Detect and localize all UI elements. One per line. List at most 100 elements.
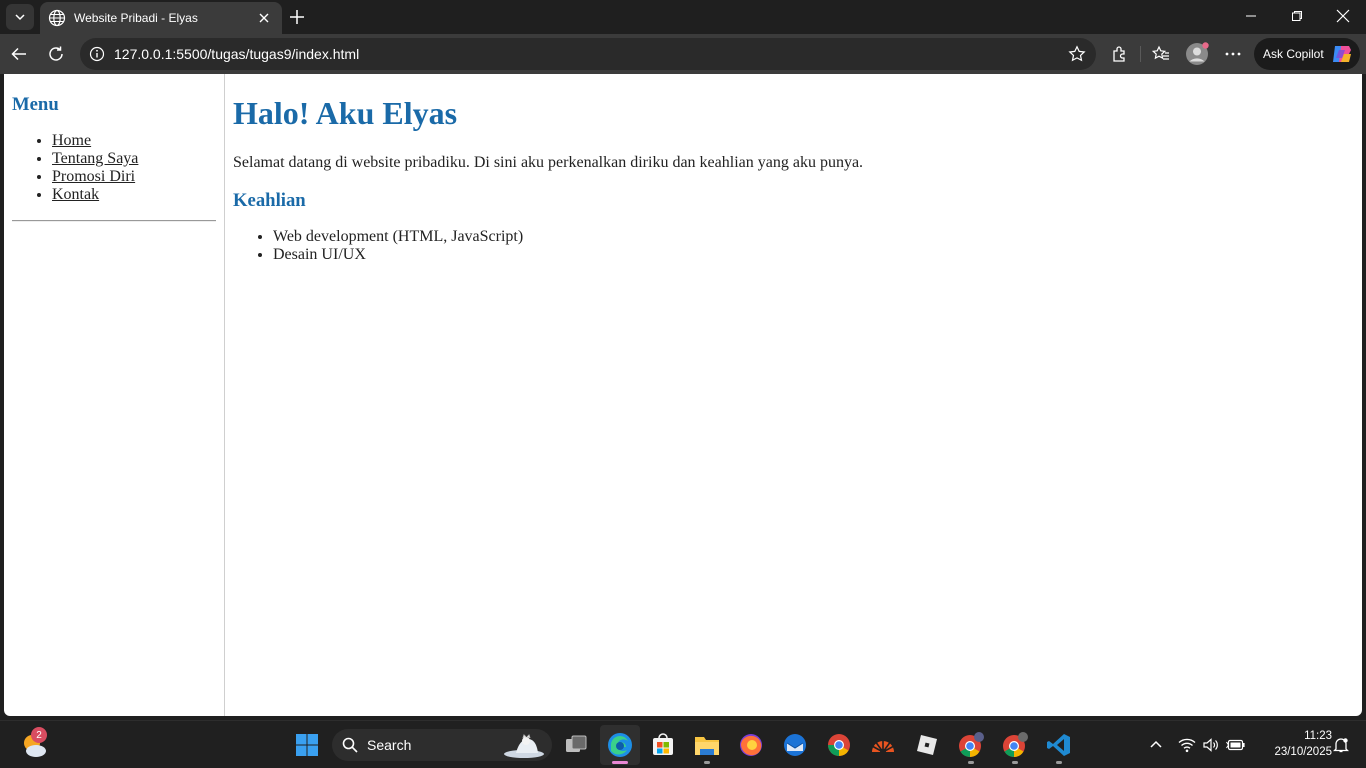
nav-link-tentang-saya[interactable]: Tentang Saya	[52, 150, 138, 167]
nav-link-promosi-diri[interactable]: Promosi Diri	[52, 168, 135, 185]
extensions-button[interactable]	[1105, 39, 1135, 69]
taskbar-app-file-explorer[interactable]	[687, 725, 727, 765]
favorites-icon	[1152, 45, 1169, 60]
chevron-up-icon	[1150, 740, 1162, 748]
browser-title-bar: Website Pribadi - Elyas	[0, 0, 1366, 34]
sidebar-menu: Home Tentang Saya Promosi Diri Kontak	[12, 132, 216, 204]
skill-item: Web development (HTML, JavaScript)	[273, 228, 1362, 246]
sidebar: Menu Home Tentang Saya Promosi Diri Kont…	[4, 74, 225, 716]
firefox-icon	[740, 734, 762, 756]
taskbar-app-store[interactable]	[643, 725, 683, 765]
tab-close-button[interactable]	[252, 6, 276, 30]
main-content: Halo! Aku Elyas Selamat datang di websit…	[233, 74, 1362, 264]
back-button[interactable]	[4, 39, 34, 69]
add-favorite-button[interactable]	[1062, 39, 1092, 69]
clock[interactable]: 11:23 23/10/2025	[1252, 728, 1332, 760]
nav-link-home[interactable]: Home	[52, 132, 91, 149]
sidebar-divider	[12, 220, 216, 222]
minimize-icon	[1246, 15, 1256, 17]
sidebar-item-tentang-saya: Tentang Saya	[52, 150, 216, 168]
task-view-button[interactable]	[556, 725, 596, 765]
taskbar-app-firefox[interactable]	[731, 725, 771, 765]
taskbar-app-chrome[interactable]	[819, 725, 859, 765]
restore-icon	[1292, 11, 1302, 21]
refresh-icon	[49, 46, 63, 61]
taskbar-app-ubuntu[interactable]	[863, 725, 903, 765]
search-icon	[342, 737, 358, 753]
volume-icon	[1203, 738, 1218, 752]
volume-status[interactable]	[1201, 733, 1221, 757]
address-bar[interactable]: 127.0.0.1:5500/tugas/tugas9/index.html	[80, 38, 1096, 70]
close-icon	[259, 13, 269, 23]
minimize-button[interactable]	[1228, 0, 1274, 32]
sidebar-item-home: Home	[52, 132, 216, 150]
back-arrow-icon	[11, 47, 26, 61]
vscode-icon	[1047, 734, 1070, 756]
chevron-down-icon	[15, 14, 25, 21]
chrome-profile-2-icon	[1003, 732, 1028, 757]
plus-icon	[290, 10, 304, 24]
tray-overflow-button[interactable]	[1146, 733, 1166, 757]
copilot-label: Ask Copilot	[1263, 47, 1324, 61]
copilot-icon	[1333, 46, 1351, 62]
active-indicator	[612, 761, 628, 764]
ask-copilot-button[interactable]: Ask Copilot	[1254, 38, 1360, 70]
roblox-icon	[917, 735, 937, 755]
browser-toolbar: 127.0.0.1:5500/tugas/tugas9/index.html A…	[0, 34, 1366, 74]
taskbar-search[interactable]: Search	[332, 729, 552, 761]
site-info-button[interactable]	[82, 39, 112, 69]
wifi-status[interactable]	[1177, 733, 1197, 757]
running-indicator	[1012, 761, 1018, 764]
skills-list: Web development (HTML, JavaScript) Desai…	[233, 228, 1362, 264]
skill-item: Desain UI/UX	[273, 246, 1362, 264]
running-indicator	[704, 761, 710, 764]
close-icon	[1336, 9, 1350, 23]
battery-icon	[1226, 739, 1245, 751]
windows-start-icon	[296, 734, 318, 756]
battery-status[interactable]	[1225, 733, 1247, 757]
toolbar-separator	[1140, 46, 1141, 62]
edge-icon	[608, 733, 632, 757]
tab-list-button[interactable]	[6, 4, 34, 30]
more-button[interactable]	[1218, 39, 1248, 69]
url-text[interactable]: 127.0.0.1:5500/tugas/tugas9/index.html	[114, 46, 1062, 62]
taskbar-app-edge[interactable]	[600, 725, 640, 765]
file-explorer-icon	[695, 737, 719, 755]
search-label: Search	[367, 737, 412, 753]
info-icon	[89, 46, 105, 62]
chrome-icon	[828, 734, 850, 756]
restore-button[interactable]	[1274, 0, 1320, 32]
taskbar-app-vscode[interactable]	[1039, 725, 1079, 765]
new-tab-button[interactable]	[284, 4, 310, 30]
start-button[interactable]	[287, 725, 327, 765]
close-window-button[interactable]	[1320, 0, 1366, 32]
sidebar-heading: Menu	[12, 94, 59, 115]
weather-badge: 2	[31, 727, 47, 743]
star-icon	[1068, 45, 1086, 62]
profile-button[interactable]	[1182, 39, 1212, 69]
favorites-button[interactable]	[1146, 39, 1176, 69]
running-indicator	[968, 761, 974, 764]
taskbar-app-chrome-profile-2[interactable]	[995, 725, 1035, 765]
clock-date: 23/10/2025	[1274, 746, 1332, 758]
search-highlight-icon	[504, 734, 544, 758]
ubuntu-icon	[871, 738, 895, 755]
task-view-icon	[566, 735, 587, 752]
notifications-button[interactable]	[1332, 733, 1350, 757]
tab-title: Website Pribadi - Elyas	[74, 11, 198, 25]
more-icon	[1225, 52, 1241, 56]
taskbar-app-roblox[interactable]	[907, 725, 947, 765]
nav-link-kontak[interactable]: Kontak	[52, 186, 99, 203]
extensions-icon	[1113, 46, 1125, 62]
chrome-profile-icon	[959, 732, 984, 757]
store-icon	[653, 733, 673, 755]
taskbar: 2 Search 11:23 23/10/2025	[0, 720, 1366, 768]
thunderbird-icon	[784, 734, 806, 756]
tab-active[interactable]: Website Pribadi - Elyas	[40, 2, 282, 34]
clock-time: 11:23	[1304, 730, 1332, 742]
page-title: Halo! Aku Elyas	[233, 95, 458, 131]
taskbar-app-chrome-profile[interactable]	[951, 725, 991, 765]
taskbar-app-thunderbird[interactable]	[775, 725, 815, 765]
refresh-button[interactable]	[41, 39, 71, 69]
running-indicator	[1056, 761, 1062, 764]
